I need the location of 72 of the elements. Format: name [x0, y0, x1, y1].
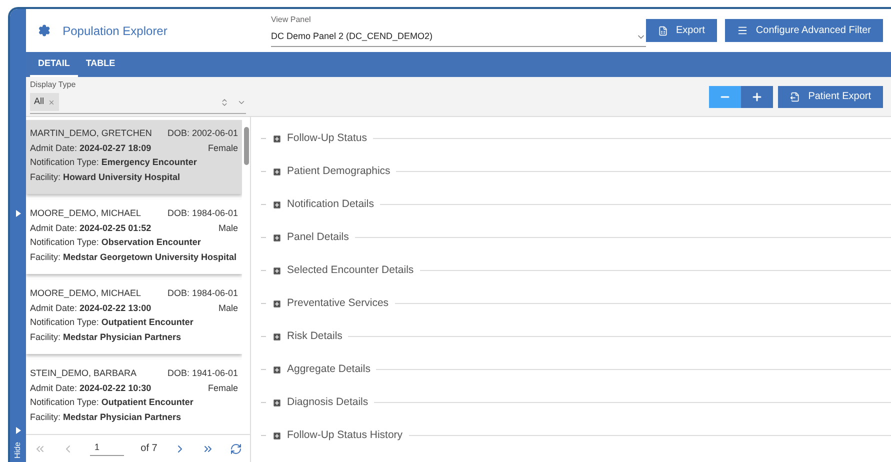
expand-icon [272, 398, 282, 408]
remove-icon[interactable] [48, 98, 56, 106]
section-header[interactable]: Follow-Up Status History [272, 428, 403, 444]
patient-card[interactable]: MARTIN_DEMO, GRETCHEN DOB: 2002-06-01 Admit Date: 2024-02-27 18:09 Female Notification Type: Emergency Encounter Facility: Howard University Hospital [26, 120, 242, 194]
expand-icon [272, 364, 282, 374]
notification-type: Notification Type: Emergency Encounter [30, 157, 197, 167]
facility: Facility: Howard University Hospital [30, 172, 180, 182]
refresh-icon[interactable] [230, 442, 242, 454]
advanced-filter-button[interactable]: Configure Advanced Filter [724, 19, 883, 42]
display-type-select[interactable]: All [30, 93, 246, 114]
filter-tag[interactable]: All [30, 93, 60, 111]
expand-icon [272, 332, 282, 342]
section-header[interactable]: Follow-Up Status [272, 130, 367, 146]
export-button[interactable]: Export [646, 19, 717, 42]
patient-dob: DOB: 1984-06-01 [167, 207, 238, 220]
admit-date: Admit Date: 2024-02-27 18:09 [30, 142, 152, 154]
patient-card[interactable]: STEIN_DEMO, BARBARA DOB: 1941-06-01 Admit Date: 2024-02-22 10:30 Female Notification Type: Outpatient Encounter Facility: Medstar Physician Partners [26, 360, 242, 434]
patient-name: MOORE_DEMO, MICHAEL [30, 207, 142, 220]
patient-name: MOORE_DEMO, MICHAEL [30, 287, 142, 300]
notification-type: Notification Type: Observation Encounter [30, 237, 201, 247]
patient-name: STEIN_DEMO, BARBARA [30, 367, 137, 380]
file-export-icon [790, 92, 800, 102]
patient-gender: Male [218, 222, 238, 234]
spinner-icon [220, 98, 229, 106]
admit-date: Admit Date: 2024-02-22 13:00 [30, 302, 152, 314]
page-input[interactable]: 1 [90, 441, 124, 456]
patient-export-button[interactable]: Patient Export [778, 86, 883, 108]
patient-dob: DOB: 2002-06-01 [167, 127, 238, 140]
settings-icon[interactable] [38, 24, 51, 37]
section-header[interactable]: Patient Demographics [272, 164, 390, 180]
notification-type: Notification Type: Outpatient Encounter [30, 317, 194, 327]
tab[interactable]: TABLE [78, 52, 124, 77]
section-header[interactable]: Notification Details [272, 196, 374, 212]
expand-arrow-icon[interactable] [16, 210, 20, 218]
patient-gender: Female [208, 382, 238, 394]
view-panel-label: View Panel [270, 14, 312, 26]
patient-dob: DOB: 1941-06-01 [167, 367, 238, 380]
admit-date: Admit Date: 2024-02-25 01:52 [30, 222, 152, 234]
display-type-label: Display Type [30, 79, 77, 92]
section-header[interactable]: Panel Details [272, 230, 349, 246]
notification-type: Notification Type: Outpatient Encounter [30, 397, 194, 407]
plus-icon [751, 90, 764, 102]
admit-date: Admit Date: 2024-02-22 10:30 [30, 382, 152, 394]
patient-dob: DOB: 1984-06-01 [167, 287, 238, 300]
section-header[interactable]: Selected Encounter Details [272, 262, 414, 278]
patient-gender: Female [208, 142, 238, 154]
page-total: of 7 [140, 442, 158, 456]
facility: Facility: Medstar Physician Partners [30, 332, 182, 342]
section-header[interactable]: Diagnosis Details [272, 394, 368, 410]
expand-icon [272, 430, 282, 440]
expand-icon [272, 266, 282, 276]
hide-toggle[interactable]: Hide [12, 442, 24, 458]
section-header[interactable]: Risk Details [272, 328, 342, 344]
patient-card[interactable]: MOORE_DEMO, MICHAEL DOB: 1984-06-01 Admit Date: 2024-02-25 01:52 Male Notification Type: Observation Encounter Facility: Medstar Georgetown University Hospital [26, 200, 242, 274]
patient-card[interactable]: MOORE_DEMO, MICHAEL DOB: 1984-06-01 Admit Date: 2024-02-22 13:00 Male Notification Type: Outpatient Encounter Facility: Medstar Physician Partners [26, 280, 242, 354]
app-title: Population Explorer [62, 22, 168, 40]
expand-all-button[interactable] [741, 86, 774, 108]
facility: Facility: Medstar Georgetown University Hospital [30, 252, 237, 262]
patient-name: MARTIN_DEMO, GRETCHEN [30, 127, 152, 140]
expand-icon [272, 232, 282, 242]
spreadsheet-icon [658, 26, 668, 36]
expand-icon [272, 200, 282, 210]
section-header[interactable]: Aggregate Details [272, 362, 370, 378]
section-header[interactable]: Preventative Services [272, 296, 389, 312]
list-icon [736, 25, 748, 36]
facility: Facility: Medstar Physician Partners [30, 412, 182, 422]
patient-gender: Male [218, 302, 238, 314]
expand-icon [272, 134, 282, 144]
expand-icon [272, 166, 282, 176]
view-panel-select[interactable]: DC Demo Panel 2 (DC_CEND_DEMO2) [270, 26, 646, 48]
expand-arrow-icon[interactable] [16, 426, 20, 434]
expand-icon [272, 298, 282, 308]
